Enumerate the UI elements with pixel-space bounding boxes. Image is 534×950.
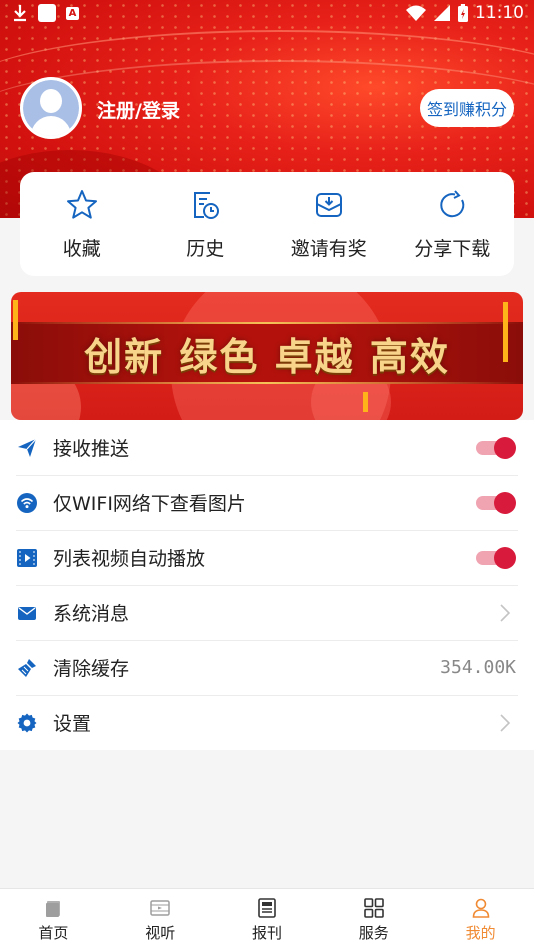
tab-label: 报刊: [251, 924, 282, 942]
app-notification-icon: [38, 4, 56, 22]
settings-row-label: 列表视频自动播放: [53, 548, 206, 570]
checkin-button[interactable]: 签到赚积分: [420, 89, 514, 127]
invite-icon: [315, 193, 342, 217]
home-icon: [46, 901, 61, 917]
download-icon: [14, 5, 26, 22]
tab-label: 视听: [145, 924, 176, 942]
quick-action-history[interactable]: 历史: [144, 172, 268, 276]
wifi-images-toggle[interactable]: [476, 492, 516, 514]
quick-actions-card: 收藏 历史 邀请有奖 分享下载: [20, 172, 514, 276]
tab-newspaper[interactable]: 报刊: [214, 889, 321, 950]
wifi-icon: [17, 492, 37, 513]
gear-icon: [17, 713, 37, 733]
quick-action-label: 分享下载: [414, 238, 491, 260]
signal-icon: [434, 5, 450, 21]
quick-action-label: 邀请有奖: [290, 238, 367, 260]
settings-row-label: 清除缓存: [53, 658, 130, 680]
tab-label: 首页: [38, 924, 69, 942]
chevron-right-icon: [500, 604, 511, 622]
bottom-tab-bar: 首页 视听 报刊 服务 我的: [0, 888, 534, 950]
star-icon: [66, 190, 97, 219]
mail-icon: [17, 603, 37, 623]
autoplay-toggle[interactable]: [476, 547, 516, 569]
tab-services[interactable]: 服务: [320, 889, 427, 950]
chevron-right-icon: [500, 714, 511, 732]
newspaper-icon: [258, 898, 276, 918]
banner-accent: [363, 392, 368, 412]
settings-row-label: 设置: [53, 713, 92, 735]
settings-row-autoplay[interactable]: 列表视频自动播放: [0, 530, 534, 585]
tab-media[interactable]: 视听: [107, 889, 214, 950]
wifi-status-icon: [406, 5, 426, 21]
video-icon: [17, 548, 37, 568]
settings-list: 接收推送 仅WIFI网络下查看图片 列表视频自动播放 系统消息 清除缓存 354…: [0, 420, 534, 750]
settings-row-push[interactable]: 接收推送: [0, 420, 534, 475]
user-icon: [472, 898, 489, 918]
share-icon: [440, 190, 465, 218]
settings-row-clear-cache[interactable]: 清除缓存 354.00K: [0, 640, 534, 695]
login-link[interactable]: 注册/登录: [97, 96, 180, 123]
broom-icon: [17, 658, 37, 678]
banner-slogan: 创新 绿色 卓越 高效: [84, 333, 450, 379]
tab-home[interactable]: 首页: [0, 889, 107, 950]
history-icon: [194, 192, 220, 219]
cache-size: 354.00K: [440, 657, 516, 678]
clock: 11:10: [475, 3, 524, 23]
settings-row-label: 接收推送: [53, 438, 130, 460]
avatar[interactable]: [20, 77, 82, 139]
quick-action-share[interactable]: 分享下载: [391, 172, 515, 276]
settings-row-label: 仅WIFI网络下查看图片: [53, 493, 246, 515]
grid-icon: [363, 898, 384, 918]
tab-label: 服务: [358, 924, 389, 942]
settings-row-messages[interactable]: 系统消息: [0, 585, 534, 640]
quick-action-label: 历史: [186, 238, 225, 260]
quick-action-label: 收藏: [62, 238, 101, 260]
tab-mine[interactable]: 我的: [427, 889, 534, 950]
text-notification-icon: A: [66, 6, 79, 20]
film-icon: [150, 900, 170, 916]
battery-icon: [458, 4, 468, 22]
settings-row-label: 系统消息: [53, 603, 130, 625]
promo-banner[interactable]: 创新 绿色 卓越 高效: [11, 292, 523, 420]
send-icon: [17, 438, 37, 458]
settings-row-settings[interactable]: 设置: [0, 695, 534, 750]
status-bar: A 11:10: [0, 0, 534, 28]
quick-action-favorites[interactable]: 收藏: [20, 172, 144, 276]
tab-label: 我的: [465, 924, 496, 942]
settings-row-wifi-images[interactable]: 仅WIFI网络下查看图片: [0, 475, 534, 530]
push-toggle[interactable]: [476, 437, 516, 459]
quick-action-invite[interactable]: 邀请有奖: [267, 172, 391, 276]
